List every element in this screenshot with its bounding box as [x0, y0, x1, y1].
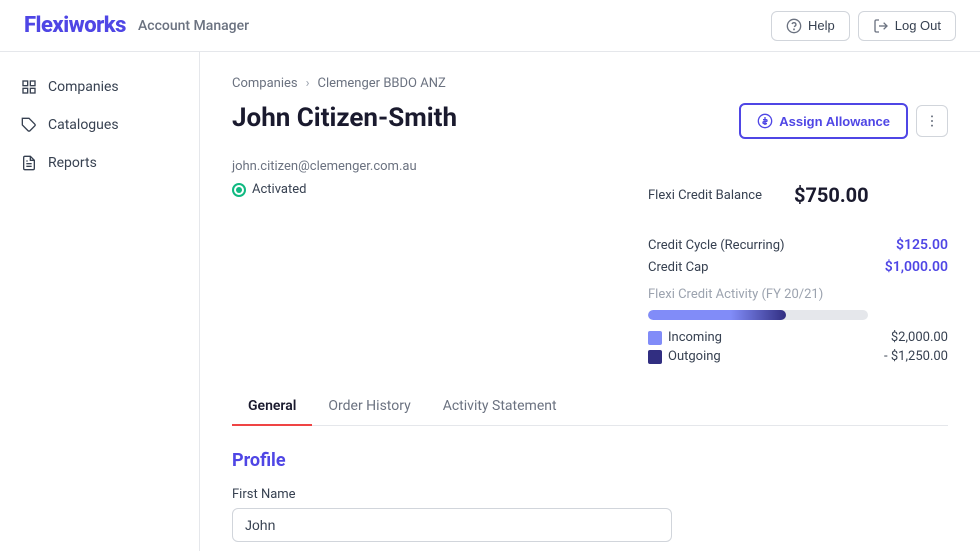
- legend-incoming-label: Incoming: [648, 330, 722, 345]
- logo: Flexiworks: [24, 13, 126, 38]
- main-content: Companies › Clemenger BBDO ANZ John Citi…: [200, 52, 980, 551]
- credit-cycle-value: $125.00: [896, 237, 948, 253]
- activity-legend: Incoming $2,000.00 Outgoing - $1,250.00: [648, 330, 948, 364]
- incoming-dot: [648, 331, 662, 345]
- incoming-text: Incoming: [668, 330, 722, 345]
- outgoing-text: Outgoing: [668, 349, 721, 364]
- credit-cap-label: Credit Cap: [648, 260, 708, 275]
- sidebar-item-catalogues[interactable]: Catalogues: [0, 106, 199, 144]
- more-actions-button[interactable]: [916, 105, 948, 137]
- credit-panel: Flexi Credit Balance $750.00 Credit Cycl…: [648, 159, 948, 364]
- profile-info-row: john.citizen@clemenger.com.au Activated …: [232, 159, 948, 364]
- page-title: John Citizen-Smith: [232, 103, 457, 133]
- activity-progress-bar: [648, 310, 868, 320]
- credit-cap-value: $1,000.00: [885, 259, 948, 275]
- help-button[interactable]: Help: [771, 11, 850, 41]
- help-label: Help: [808, 18, 835, 33]
- legend-incoming-row: Incoming $2,000.00: [648, 330, 948, 345]
- logout-label: Log Out: [895, 18, 941, 33]
- question-icon: [786, 18, 802, 34]
- first-name-group: First Name: [232, 487, 948, 542]
- breadcrumb-separator: ›: [306, 76, 310, 91]
- logout-icon: [873, 18, 889, 34]
- profile-status: Activated: [232, 182, 608, 197]
- breadcrumb-parent[interactable]: Companies: [232, 76, 298, 91]
- dollar-icon: [757, 113, 773, 129]
- more-vertical-icon: [924, 113, 940, 129]
- header-left: Flexiworks Account Manager: [24, 13, 249, 38]
- activity-title: Flexi Credit Activity (FY 20/21): [648, 287, 948, 302]
- main-layout: Companies Catalogues Reports Companies ›…: [0, 52, 980, 551]
- incoming-value: $2,000.00: [891, 330, 948, 345]
- sidebar-item-reports[interactable]: Reports: [0, 144, 199, 182]
- activity-period: (FY 20/21): [761, 287, 823, 302]
- sidebar-item-companies-label: Companies: [48, 79, 119, 95]
- profile-form: Profile First Name Last Name Email Addre…: [232, 450, 948, 551]
- credit-cycle-label: Credit Cycle (Recurring): [648, 238, 785, 253]
- app-header: Flexiworks Account Manager Help Log Out: [0, 0, 980, 52]
- sidebar: Companies Catalogues Reports: [0, 52, 200, 551]
- logo-suffix: works: [69, 13, 126, 38]
- first-name-label: First Name: [232, 487, 948, 502]
- sidebar-item-catalogues-label: Catalogues: [48, 117, 119, 133]
- sidebar-item-companies[interactable]: Companies: [0, 68, 199, 106]
- credit-balance-value: $750.00: [762, 159, 948, 231]
- assign-allowance-button[interactable]: Assign Allowance: [739, 103, 908, 139]
- legend-outgoing-label: Outgoing: [648, 349, 721, 364]
- tab-general[interactable]: General: [232, 388, 312, 426]
- credit-cycle-row: Credit Cycle (Recurring) $125.00: [648, 237, 948, 253]
- outgoing-value: - $1,250.00: [884, 349, 948, 364]
- tab-activity-statement[interactable]: Activity Statement: [427, 388, 573, 426]
- page-header-actions: Assign Allowance: [739, 103, 948, 139]
- status-indicator: [232, 183, 246, 197]
- activity-title-text: Flexi Credit Activity: [648, 287, 758, 302]
- logo-accent: Flexi: [24, 13, 69, 38]
- companies-icon: [20, 78, 38, 96]
- activity-section: Flexi Credit Activity (FY 20/21) Incomin…: [648, 287, 948, 364]
- sidebar-item-reports-label: Reports: [48, 155, 97, 171]
- reports-icon: [20, 154, 38, 172]
- outgoing-dot: [648, 350, 662, 364]
- profile-left: john.citizen@clemenger.com.au Activated: [232, 159, 608, 197]
- credit-cap-row: Credit Cap $1,000.00: [648, 259, 948, 275]
- breadcrumb-current: Clemenger BBDO ANZ: [318, 76, 446, 91]
- tabs: General Order History Activity Statement: [232, 388, 948, 426]
- credit-balance-row: Flexi Credit Balance $750.00: [648, 159, 948, 231]
- activity-progress-fill: [648, 310, 786, 320]
- tab-order-history[interactable]: Order History: [312, 388, 426, 426]
- assign-allowance-label: Assign Allowance: [779, 114, 890, 129]
- profile-section-title: Profile: [232, 450, 948, 471]
- page-header: John Citizen-Smith Assign Allowance: [232, 103, 948, 139]
- first-name-input[interactable]: [232, 508, 672, 542]
- legend-outgoing-row: Outgoing - $1,250.00: [648, 349, 948, 364]
- credit-balance-label: Flexi Credit Balance: [648, 188, 762, 203]
- profile-email: john.citizen@clemenger.com.au: [232, 159, 608, 174]
- header-right: Help Log Out: [771, 11, 956, 41]
- catalogues-icon: [20, 116, 38, 134]
- status-text: Activated: [252, 182, 306, 197]
- logout-button[interactable]: Log Out: [858, 11, 956, 41]
- breadcrumb: Companies › Clemenger BBDO ANZ: [232, 76, 948, 91]
- app-name: Account Manager: [138, 18, 249, 34]
